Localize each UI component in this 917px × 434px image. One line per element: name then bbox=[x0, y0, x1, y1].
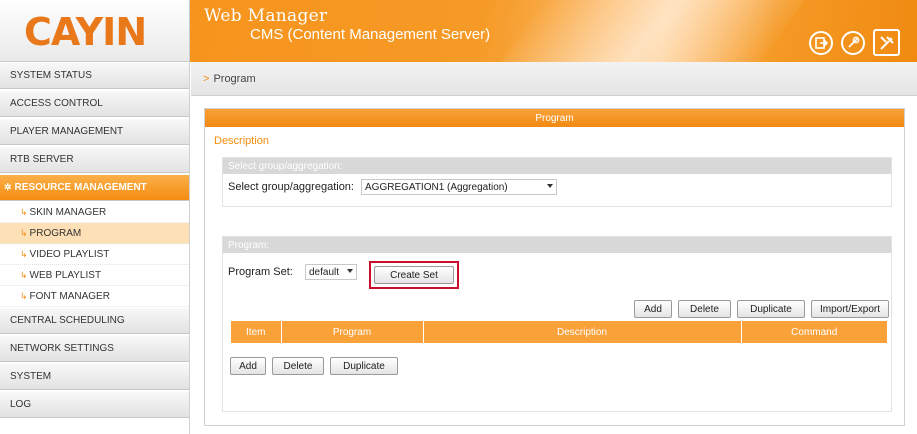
sidebar-subitem-web-playlist[interactable]: ↳ WEB PLAYLIST bbox=[0, 265, 189, 286]
sub-arrow-icon: ↳ bbox=[20, 290, 28, 301]
app-title: Web Manager bbox=[204, 6, 328, 26]
sidebar-subitem-label: FONT MANAGER bbox=[29, 290, 110, 302]
column-header-item: Item bbox=[231, 321, 281, 343]
program-set-select[interactable]: default bbox=[305, 264, 357, 280]
sidebar-item-label: SYSTEM bbox=[10, 371, 52, 382]
sub-arrow-icon: ↳ bbox=[20, 269, 28, 280]
sidebar-item-access-control[interactable]: ACCESS CONTROL bbox=[0, 90, 189, 117]
sidebar-subitem-label: WEB PLAYLIST bbox=[29, 269, 102, 281]
column-header-program: Program bbox=[280, 321, 423, 343]
bullet-icon: ✲ bbox=[4, 182, 12, 192]
sidebar-item-resource-management[interactable]: ✲ RESOURCE MANAGEMENT bbox=[0, 174, 189, 201]
header-banner: Web Manager CMS (Content Management Serv… bbox=[190, 0, 917, 62]
sidebar-item-log[interactable]: LOG bbox=[0, 391, 189, 418]
chevron-down-icon bbox=[347, 269, 353, 273]
program-table: Item Program Description Command bbox=[231, 321, 887, 343]
svg-text:CAYIN: CAYIN bbox=[24, 11, 146, 51]
program-set-value: default bbox=[309, 266, 340, 278]
sidebar-item-label: ACCESS CONTROL bbox=[10, 98, 103, 109]
table-header-row: Item Program Description Command bbox=[231, 321, 887, 343]
breadcrumb-separator: > bbox=[203, 72, 210, 85]
bottom-add-button[interactable]: Add bbox=[230, 357, 266, 375]
group-section-heading: Select group/aggregation: bbox=[223, 158, 891, 174]
link-icon[interactable] bbox=[841, 31, 865, 55]
program-section: Program: Program Set: default Create Set… bbox=[222, 236, 892, 412]
create-set-button[interactable]: Create Set bbox=[374, 266, 454, 284]
header-swoosh bbox=[488, 0, 812, 62]
breadcrumb-current: Program bbox=[213, 72, 256, 85]
duplicate-button[interactable]: Duplicate bbox=[737, 300, 805, 318]
sidebar-item-label: PLAYER MANAGEMENT bbox=[10, 126, 124, 137]
sidebar-item-central-scheduling[interactable]: CENTRAL SCHEDULING bbox=[0, 307, 189, 334]
chevron-down-icon bbox=[547, 184, 553, 188]
tools-icon[interactable] bbox=[873, 29, 900, 56]
sidebar-item-label: CENTRAL SCHEDULING bbox=[10, 315, 125, 326]
program-section-heading: Program: bbox=[223, 237, 891, 253]
group-select-label: Select group/aggregation: bbox=[228, 181, 354, 193]
sidebar-item-rtb-server[interactable]: RTB SERVER bbox=[0, 146, 189, 173]
program-set-label: Program Set: bbox=[228, 266, 293, 278]
sub-arrow-icon: ↳ bbox=[20, 248, 28, 259]
panel-title: Program bbox=[205, 109, 904, 127]
group-section: Select group/aggregation: Select group/a… bbox=[222, 157, 892, 207]
cayin-logo: CAYIN bbox=[0, 0, 190, 62]
logout-icon[interactable] bbox=[809, 31, 833, 55]
group-select-value: AGGREGATION1 (Aggregation) bbox=[365, 181, 508, 193]
sidebar-subitem-label: PROGRAM bbox=[29, 227, 82, 239]
sidebar: SYSTEM STATUS ACCESS CONTROL PLAYER MANA… bbox=[0, 62, 190, 434]
sidebar-subitem-label: VIDEO PLAYLIST bbox=[29, 248, 110, 260]
sidebar-item-system-status[interactable]: SYSTEM STATUS bbox=[0, 62, 189, 89]
sidebar-item-player-management[interactable]: PLAYER MANAGEMENT bbox=[0, 118, 189, 145]
delete-button[interactable]: Delete bbox=[678, 300, 731, 318]
cayin-logo-mark: CAYIN bbox=[24, 11, 147, 51]
import-export-button[interactable]: Import/Export bbox=[811, 300, 889, 318]
add-button[interactable]: Add bbox=[634, 300, 672, 318]
sidebar-subitem-font-manager[interactable]: ↳ FONT MANAGER bbox=[0, 286, 189, 307]
bottom-delete-button[interactable]: Delete bbox=[272, 357, 324, 375]
app-subtitle: CMS (Content Management Server) bbox=[250, 26, 491, 43]
sidebar-item-label: LOG bbox=[10, 399, 32, 410]
sidebar-subitem-program[interactable]: ↳ PROGRAM bbox=[0, 223, 189, 244]
breadcrumb: > Program bbox=[191, 62, 917, 96]
sidebar-subitem-video-playlist[interactable]: ↳ VIDEO PLAYLIST bbox=[0, 244, 189, 265]
sidebar-item-label: RESOURCE MANAGEMENT bbox=[14, 182, 147, 193]
column-header-command: Command bbox=[740, 321, 887, 343]
sub-arrow-icon: ↳ bbox=[20, 227, 28, 238]
column-header-description: Description bbox=[422, 321, 741, 343]
sub-arrow-icon: ↳ bbox=[20, 206, 28, 217]
sidebar-item-label: RTB SERVER bbox=[10, 154, 74, 165]
sidebar-item-system[interactable]: SYSTEM bbox=[0, 363, 189, 390]
description-link[interactable]: Description bbox=[214, 135, 269, 147]
group-select[interactable]: AGGREGATION1 (Aggregation) bbox=[361, 179, 557, 195]
sidebar-item-label: SYSTEM STATUS bbox=[10, 70, 92, 81]
program-panel: Program Description Select group/aggrega… bbox=[204, 108, 905, 426]
sidebar-subitem-label: SKIN MANAGER bbox=[29, 206, 107, 218]
bottom-duplicate-button[interactable]: Duplicate bbox=[330, 357, 398, 375]
sidebar-item-network-settings[interactable]: NETWORK SETTINGS bbox=[0, 335, 189, 362]
sidebar-subitem-skin-manager[interactable]: ↳ SKIN MANAGER bbox=[0, 202, 189, 223]
sidebar-item-label: NETWORK SETTINGS bbox=[10, 343, 114, 354]
